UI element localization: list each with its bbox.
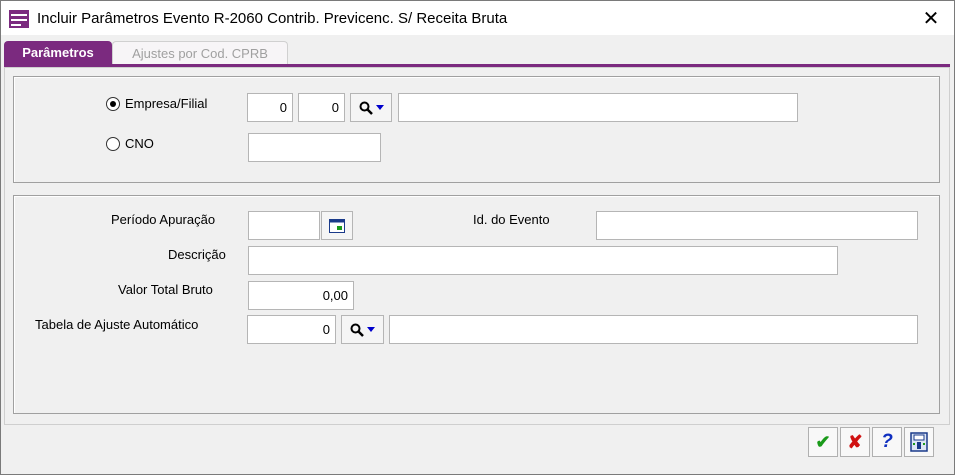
close-icon: ✕ xyxy=(922,7,940,30)
valor-total-bruto-input[interactable]: 0,00 xyxy=(248,281,354,310)
title-bar: Incluir Parâmetros Evento R-2060 Contrib… xyxy=(1,1,954,35)
cno-input[interactable] xyxy=(248,133,381,162)
empresa-input[interactable]: 0 xyxy=(247,93,293,122)
radio-cno-label[interactable]: CNO xyxy=(125,136,154,151)
dropdown-arrow-icon xyxy=(375,105,384,110)
calendar-button[interactable] xyxy=(321,211,353,240)
id-evento-label: Id. do Evento xyxy=(473,212,550,227)
radio-empresa-filial[interactable] xyxy=(106,97,120,111)
tabela-ajuste-label: Tabela de Ajuste Automático xyxy=(35,317,199,332)
descricao-input[interactable] xyxy=(248,246,838,275)
tabela-lookup-button[interactable] xyxy=(341,315,384,344)
save-exit-icon xyxy=(910,432,928,452)
empresa-lookup-button[interactable] xyxy=(350,93,392,122)
periodo-apuracao-input[interactable] xyxy=(248,211,320,240)
window-title: Incluir Parâmetros Evento R-2060 Contrib… xyxy=(37,10,508,27)
help-button[interactable]: ? xyxy=(872,427,902,457)
descricao-label: Descrição xyxy=(168,247,226,262)
empresa-name-field[interactable] xyxy=(398,93,798,122)
radio-cno[interactable] xyxy=(106,137,120,151)
valor-total-bruto-label: Valor Total Bruto xyxy=(118,282,213,297)
confirm-icon: ✔ xyxy=(815,431,831,452)
tab-ajustes-cprb[interactable]: Ajustes por Cod. CPRB xyxy=(112,41,288,64)
cancel-icon: ✘ xyxy=(847,431,863,452)
cancel-button[interactable]: ✘ xyxy=(840,427,870,457)
help-icon: ? xyxy=(881,431,893,452)
search-icon xyxy=(350,323,364,337)
search-icon xyxy=(359,101,373,115)
confirm-button[interactable]: ✔ xyxy=(808,427,838,457)
filial-input[interactable]: 0 xyxy=(298,93,345,122)
tab-parametros[interactable]: Parâmetros xyxy=(4,41,112,64)
save-exit-button[interactable] xyxy=(904,427,934,457)
app-icon xyxy=(9,10,29,28)
dropdown-arrow-icon xyxy=(367,327,375,332)
periodo-apuracao-label: Período Apuração xyxy=(111,212,216,227)
id-evento-input[interactable] xyxy=(596,211,918,240)
tabela-ajuste-input[interactable]: 0 xyxy=(247,315,336,344)
tabela-ajuste-desc[interactable] xyxy=(389,315,918,344)
calendar-icon xyxy=(329,218,345,233)
close-button[interactable]: ✕ xyxy=(908,1,954,35)
radio-empresa-filial-label[interactable]: Empresa/Filial xyxy=(125,96,207,111)
